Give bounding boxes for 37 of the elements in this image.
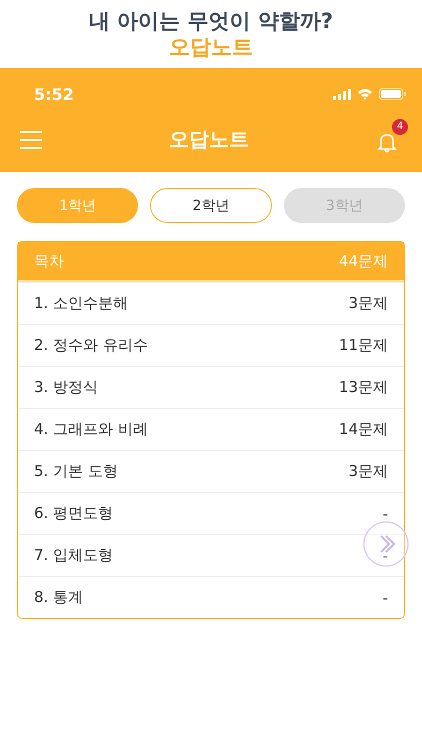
- chapter-row[interactable]: 2. 정수와 유리수 11문제: [18, 324, 404, 366]
- signal-icon: [333, 88, 351, 100]
- problem-count: -: [382, 588, 388, 606]
- problem-count: 13문제: [338, 378, 388, 397]
- problem-count: 14문제: [338, 420, 388, 439]
- problem-count: -: [382, 546, 388, 564]
- chapter-row[interactable]: 3. 방정식 13문제: [18, 366, 404, 408]
- notification-badge: 4: [392, 118, 408, 134]
- subtitle: 오답노트: [169, 34, 253, 60]
- battery-icon: [379, 88, 406, 100]
- chapter-title: 5. 기본 도형: [34, 462, 118, 481]
- chapter-row[interactable]: 7. 입체도형 -: [18, 534, 404, 576]
- chapter-title: 3. 방정식: [34, 378, 98, 397]
- chapter-row[interactable]: 6. 평면도형 -: [18, 492, 404, 534]
- grade-tab[interactable]: 2학년: [150, 188, 272, 223]
- problem-count: 3문제: [348, 462, 388, 481]
- header-count: 44문제: [338, 252, 388, 270]
- menu-icon[interactable]: [20, 130, 42, 148]
- nav-title: 오답노트: [169, 126, 249, 153]
- chapter-row[interactable]: 4. 그래프와 비례 14문제: [18, 408, 404, 450]
- chapter-row[interactable]: 8. 통계 -: [18, 576, 404, 618]
- chapter-title: 6. 평면도형: [34, 504, 114, 523]
- problem-count: 3문제: [348, 294, 388, 313]
- headline: 내 아이는 무엇이 약할까?: [88, 8, 334, 34]
- problem-count: 11문제: [338, 336, 388, 355]
- chapter-row[interactable]: 1. 소인수분해 3문제: [18, 282, 404, 324]
- chapter-title: 4. 그래프와 비례: [34, 420, 148, 439]
- next-button[interactable]: [363, 521, 409, 567]
- chapter-title: 7. 입체도형: [34, 546, 114, 565]
- chapter-title: 2. 정수와 유리수: [34, 336, 148, 355]
- wifi-icon: [357, 88, 373, 100]
- problem-count: -: [382, 504, 388, 522]
- chapter-title: 8. 통계: [34, 588, 84, 607]
- chapter-row[interactable]: 5. 기본 도형 3문제: [18, 450, 404, 492]
- header-title: 목차: [34, 252, 64, 270]
- chapter-title: 1. 소인수분해: [34, 294, 128, 313]
- status-time: 5:52: [34, 84, 74, 104]
